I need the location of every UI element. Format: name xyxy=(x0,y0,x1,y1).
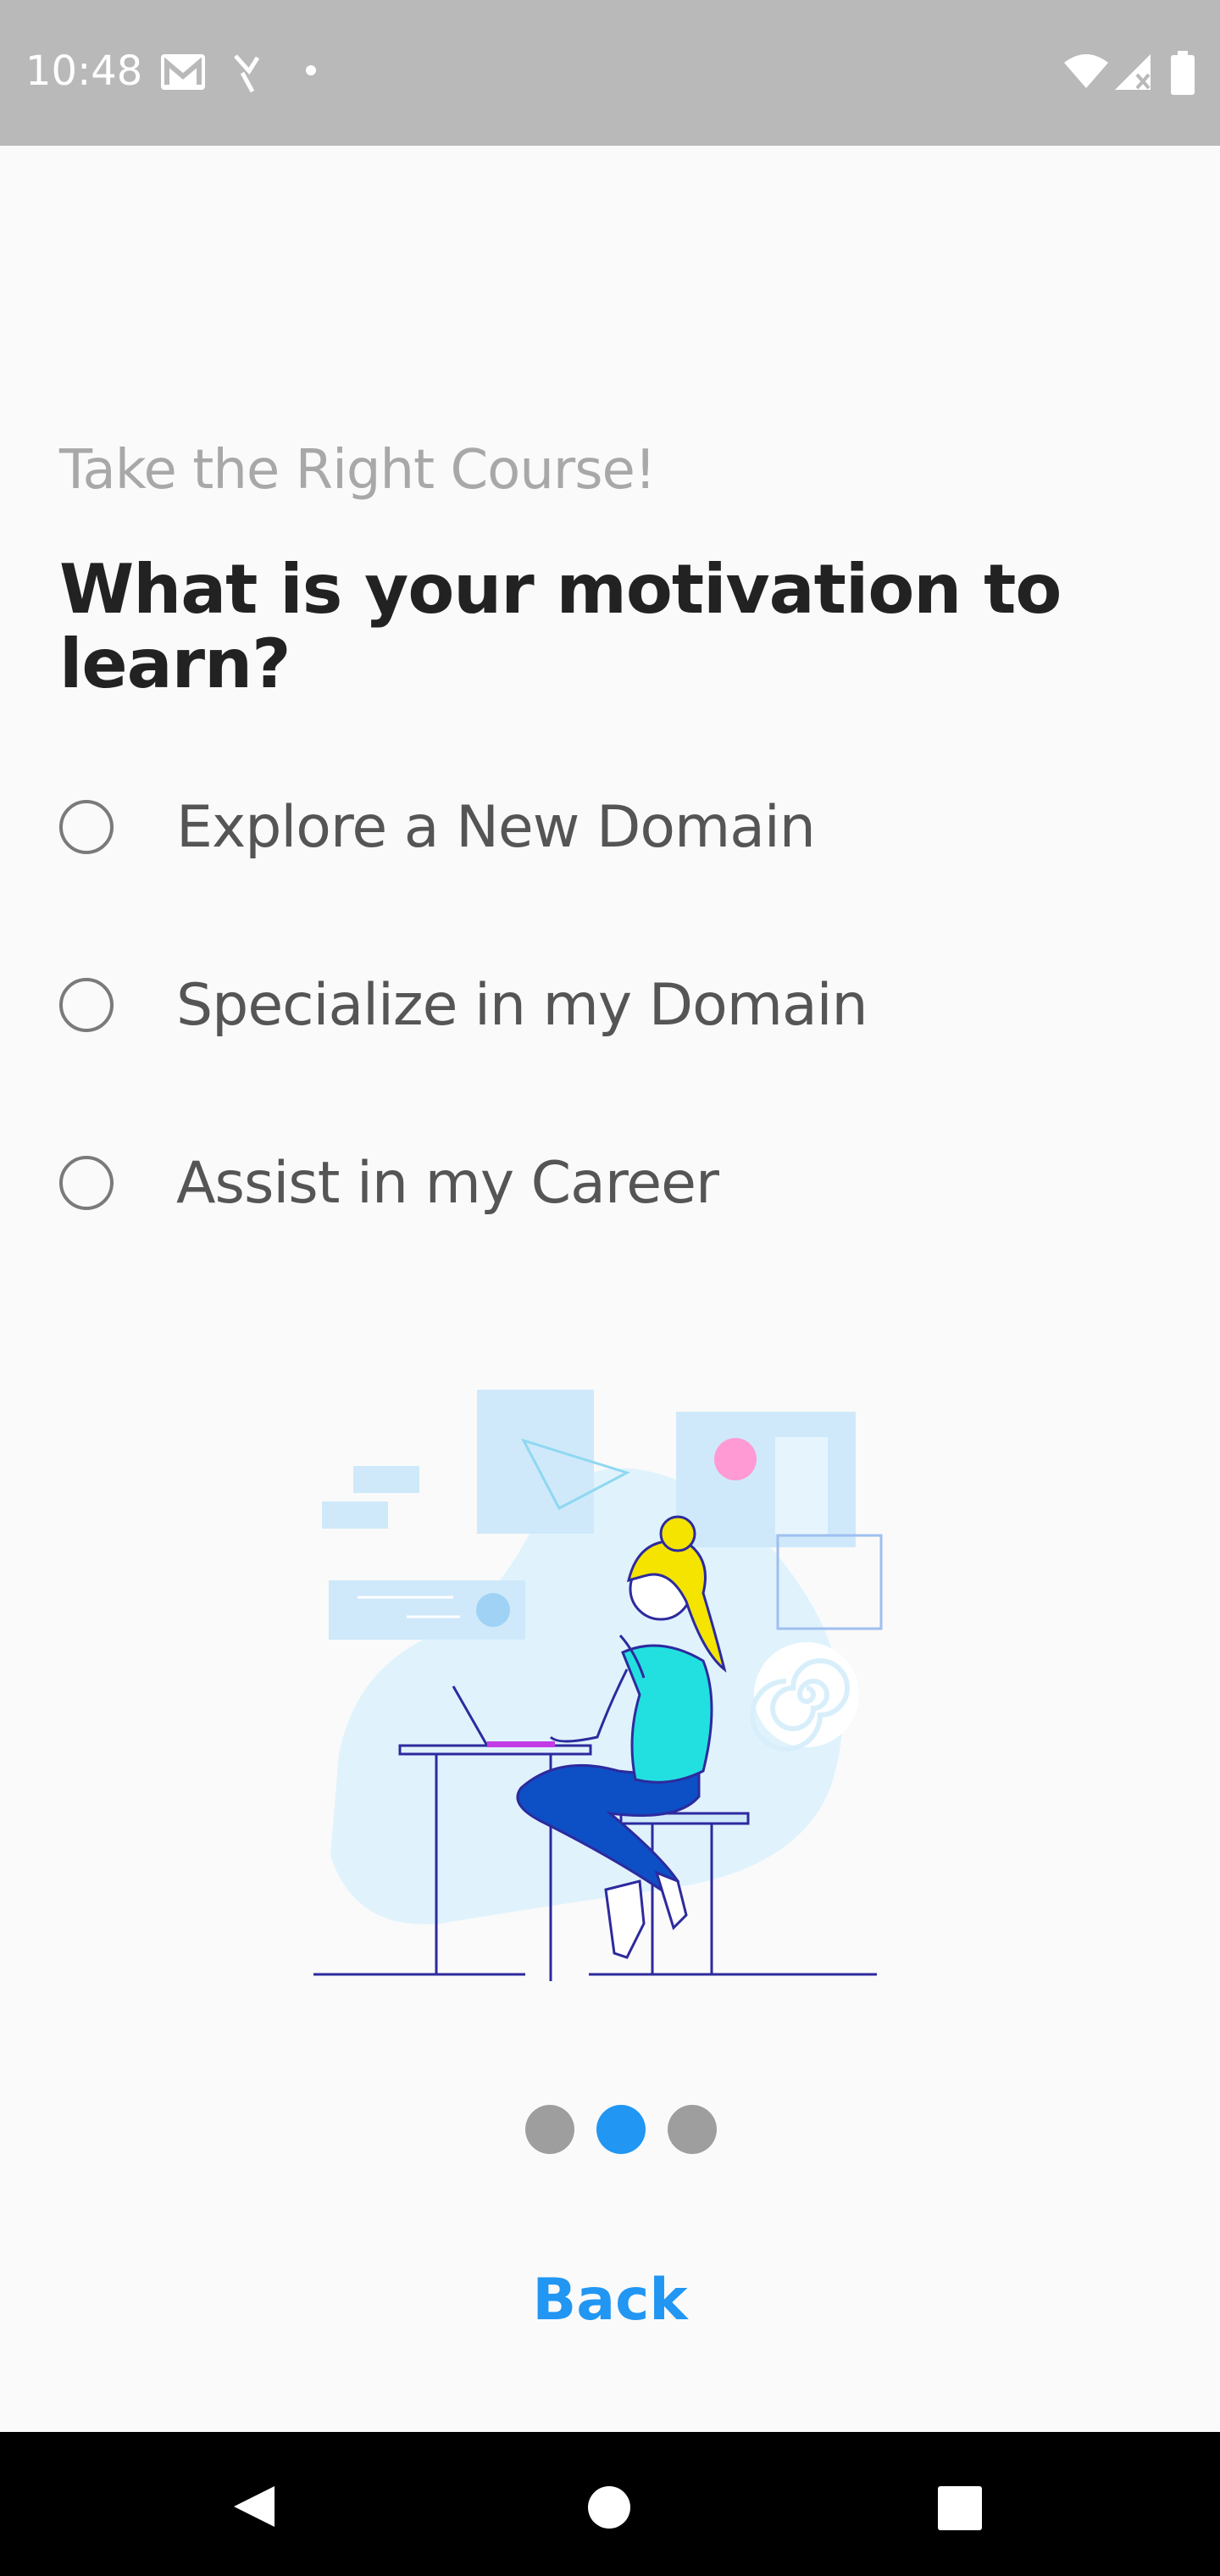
signal-icon xyxy=(1115,54,1151,90)
option-assist-in-career[interactable]: Assist in my Career xyxy=(59,1132,1161,1234)
gmail-icon xyxy=(161,54,205,90)
wifi-icon xyxy=(1064,54,1108,88)
radio-button[interactable] xyxy=(59,1156,114,1210)
radio-button[interactable] xyxy=(59,978,114,1032)
dot-icon xyxy=(306,65,316,75)
page-dot-active xyxy=(596,2105,646,2154)
option-specialize-in-domain[interactable]: Specialize in my Domain xyxy=(59,954,1161,1056)
woman-at-laptop-illustration xyxy=(313,1390,883,1981)
radio-button[interactable] xyxy=(59,800,114,854)
battery-icon xyxy=(1171,51,1195,95)
page-dot xyxy=(668,2105,717,2154)
missed-call-icon xyxy=(234,54,260,93)
page-dot xyxy=(525,2105,574,2154)
home-circle-icon[interactable] xyxy=(587,2485,631,2529)
question-title: What is your motivation to learn? xyxy=(59,550,1062,703)
option-label: Explore a New Domain xyxy=(176,793,816,861)
option-explore-new-domain[interactable]: Explore a New Domain xyxy=(59,776,1161,878)
subtitle: Take the Right Course! xyxy=(59,439,657,502)
option-label: Assist in my Career xyxy=(176,1149,719,1217)
back-triangle-icon[interactable] xyxy=(230,2483,278,2530)
recents-square-icon[interactable] xyxy=(938,2486,982,2530)
status-bar: 10:48 xyxy=(0,0,1220,146)
page-indicator xyxy=(525,2105,720,2156)
navigation-bar xyxy=(0,2432,1220,2576)
back-button[interactable]: Back xyxy=(474,2258,746,2343)
status-time: 10:48 xyxy=(25,47,143,95)
option-label: Specialize in my Domain xyxy=(176,971,868,1039)
